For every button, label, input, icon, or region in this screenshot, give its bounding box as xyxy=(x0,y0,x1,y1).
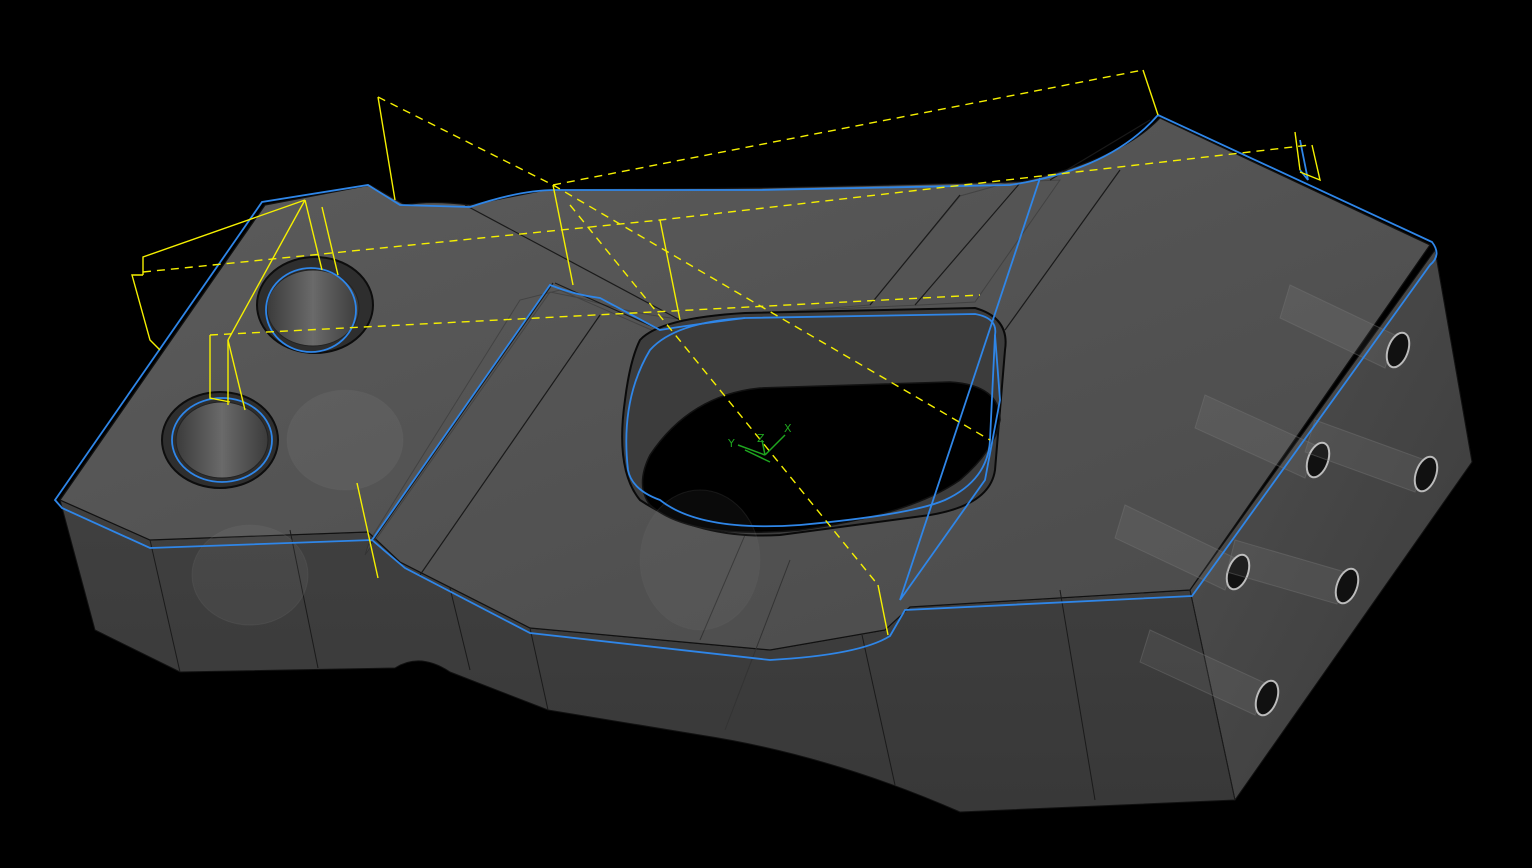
hidden-cylinder xyxy=(286,389,404,491)
triad-y-label: Y xyxy=(727,437,735,450)
toolpath-feed-move[interactable] xyxy=(1142,69,1159,116)
triad-z-label: Z xyxy=(757,432,765,445)
cad-viewport[interactable]: X Y Z xyxy=(0,0,1532,864)
cad-scene[interactable]: X Y Z xyxy=(0,0,1532,864)
toolpath-feed-move[interactable] xyxy=(131,274,161,351)
counterbore-hole-lower[interactable] xyxy=(161,391,279,489)
toolpath-rapid-move[interactable] xyxy=(377,69,1144,186)
part-solid[interactable] xyxy=(59,117,1473,813)
hidden-cylinder xyxy=(639,489,761,631)
triad-x-label: X xyxy=(784,422,792,435)
toolpath-feed-move[interactable] xyxy=(1294,131,1301,171)
toolpath-feed-move[interactable] xyxy=(377,96,396,201)
hidden-cylinder xyxy=(191,524,309,626)
